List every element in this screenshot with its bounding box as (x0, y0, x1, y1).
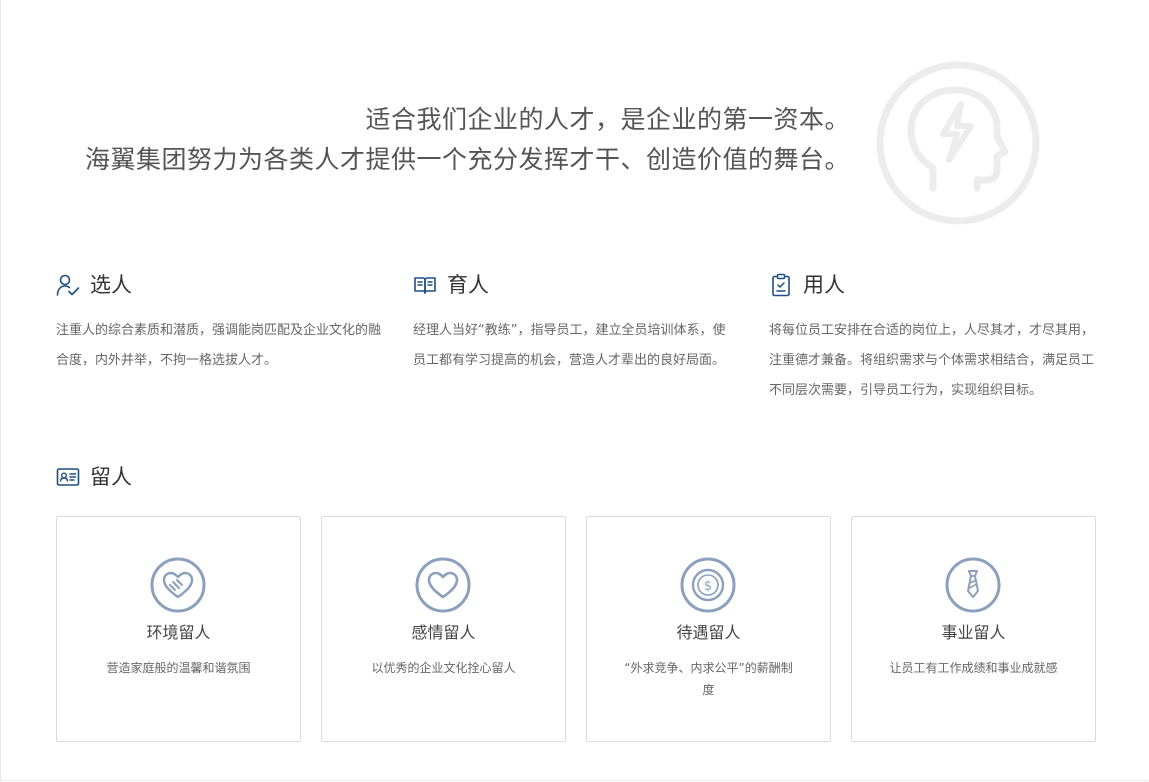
necktie-icon (945, 557, 1001, 613)
section-employ-head: 用人 (769, 270, 1099, 300)
card-environment[interactable]: 环境留人 营造家庭般的温馨和谐氛围 (56, 516, 301, 742)
section-title: 留人 (90, 465, 132, 489)
id-card-icon (56, 468, 80, 486)
card-title: 感情留人 (411, 623, 476, 642)
section-train-head: 育人 (413, 270, 743, 300)
head-lightning-icon (876, 61, 1040, 225)
hero-line-1: 适合我们企业的人才，是企业的第一资本。 (365, 105, 850, 134)
svg-text:$: $ (704, 579, 712, 594)
card-desc: “外求竞争、内求公平”的薪酬制度 (624, 661, 793, 697)
user-check-icon (56, 274, 80, 296)
retention-cards: 环境留人 营造家庭般的温馨和谐氛围 感情留人 以优秀的企业文化拴心留人 $ 待遇… (56, 516, 1096, 742)
card-desc: 营造家庭般的温馨和谐氛围 (106, 661, 251, 675)
card-desc: 以优秀的企业文化拴心留人 (371, 661, 516, 675)
section-select: 选人 注重人的综合素质和潜质，强调能岗匹配及企业文化的融合度，内外并举，不拘一格… (56, 270, 386, 376)
section-desc: 经理人当好“教练”，指导员工，建立全员培训体系，使员工都有学习提高的机会，营造人… (413, 323, 726, 368)
section-desc: 将每位员工安排在合适的岗位上，人尽其才，才尽其用，注重德才兼备。将组织需求与个体… (769, 323, 1095, 398)
section-train: 育人 经理人当好“教练”，指导员工，建立全员培训体系，使员工都有学习提高的机会，… (413, 270, 743, 376)
heart-icon (415, 557, 471, 613)
open-book-icon (414, 277, 436, 294)
dollar-coin-icon: $ (680, 557, 736, 613)
section-title: 育人 (447, 273, 489, 297)
clipboard-icon (772, 273, 790, 297)
section-desc: 注重人的综合素质和潜质，强调能岗匹配及企业文化的融合度，内外并举，不拘一格选拔人… (56, 323, 382, 368)
section-retain: 留人 (56, 462, 386, 492)
card-title: 事业留人 (941, 623, 1006, 642)
hero-statement: 适合我们企业的人才，是企业的第一资本。 海翼集团努力为各类人才提供一个充分发挥才… (60, 100, 850, 180)
hero-line-2: 海翼集团努力为各类人才提供一个充分发挥才干、创造价值的舞台。 (84, 145, 850, 174)
card-emotion[interactable]: 感情留人 以优秀的企业文化拴心留人 (321, 516, 566, 742)
card-career[interactable]: 事业留人 让员工有工作成绩和事业成就感 (851, 516, 1096, 742)
card-title: 环境留人 (146, 623, 211, 642)
card-salary[interactable]: $ 待遇留人 “外求竞争、内求公平”的薪酬制度 (586, 516, 831, 742)
section-title: 用人 (803, 273, 845, 297)
section-select-head: 选人 (56, 270, 386, 300)
handshake-heart-icon (150, 557, 206, 613)
section-retain-head: 留人 (56, 462, 386, 492)
section-employ: 用人 将每位员工安排在合适的岗位上，人尽其才，才尽其用，注重德才兼备。将组织需求… (769, 270, 1099, 406)
section-title: 选人 (90, 273, 132, 297)
card-title: 待遇留人 (676, 623, 741, 642)
card-desc: 让员工有工作成绩和事业成就感 (889, 661, 1058, 675)
